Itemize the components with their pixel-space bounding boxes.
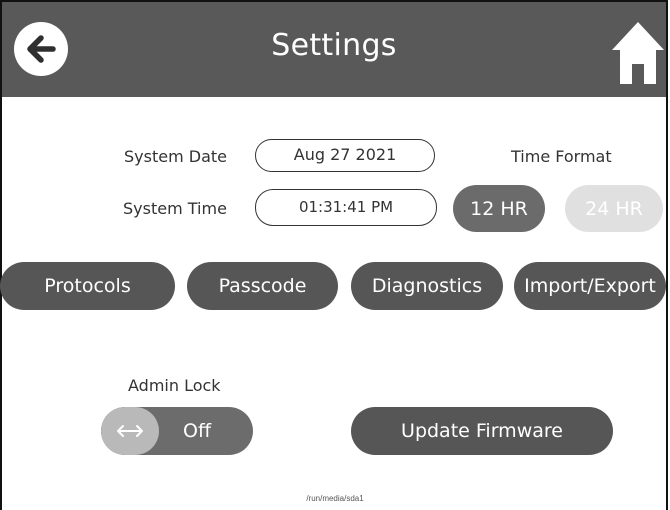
system-time-field[interactable]: 01:31:41 PM [255,189,437,226]
update-firmware-button[interactable]: Update Firmware [351,407,613,455]
toggle-knob [101,407,159,455]
header-bar: Settings [2,2,666,97]
protocols-button[interactable]: Protocols [0,262,175,310]
format-12hr-button[interactable]: 12 HR [453,185,545,232]
page-title: Settings [271,28,397,63]
firmware-path-text: /run/media/sda1 [306,494,364,503]
home-icon [612,22,664,84]
admin-lock-label: Admin Lock [128,376,221,395]
system-date-field[interactable]: Aug 27 2021 [255,139,435,172]
diagnostics-button[interactable]: Diagnostics [351,262,503,310]
passcode-button[interactable]: Passcode [187,262,338,310]
toggle-state-label: Off [183,420,212,442]
admin-lock-toggle[interactable]: Off [101,407,253,455]
import-export-button[interactable]: Import/Export [514,262,666,310]
format-24hr-button[interactable]: 24 HR [565,185,663,232]
system-time-label: System Time [123,199,227,218]
system-date-label: System Date [124,147,227,166]
double-arrow-icon [117,425,143,437]
home-button[interactable] [610,20,666,91]
time-format-label: Time Format [511,147,612,166]
